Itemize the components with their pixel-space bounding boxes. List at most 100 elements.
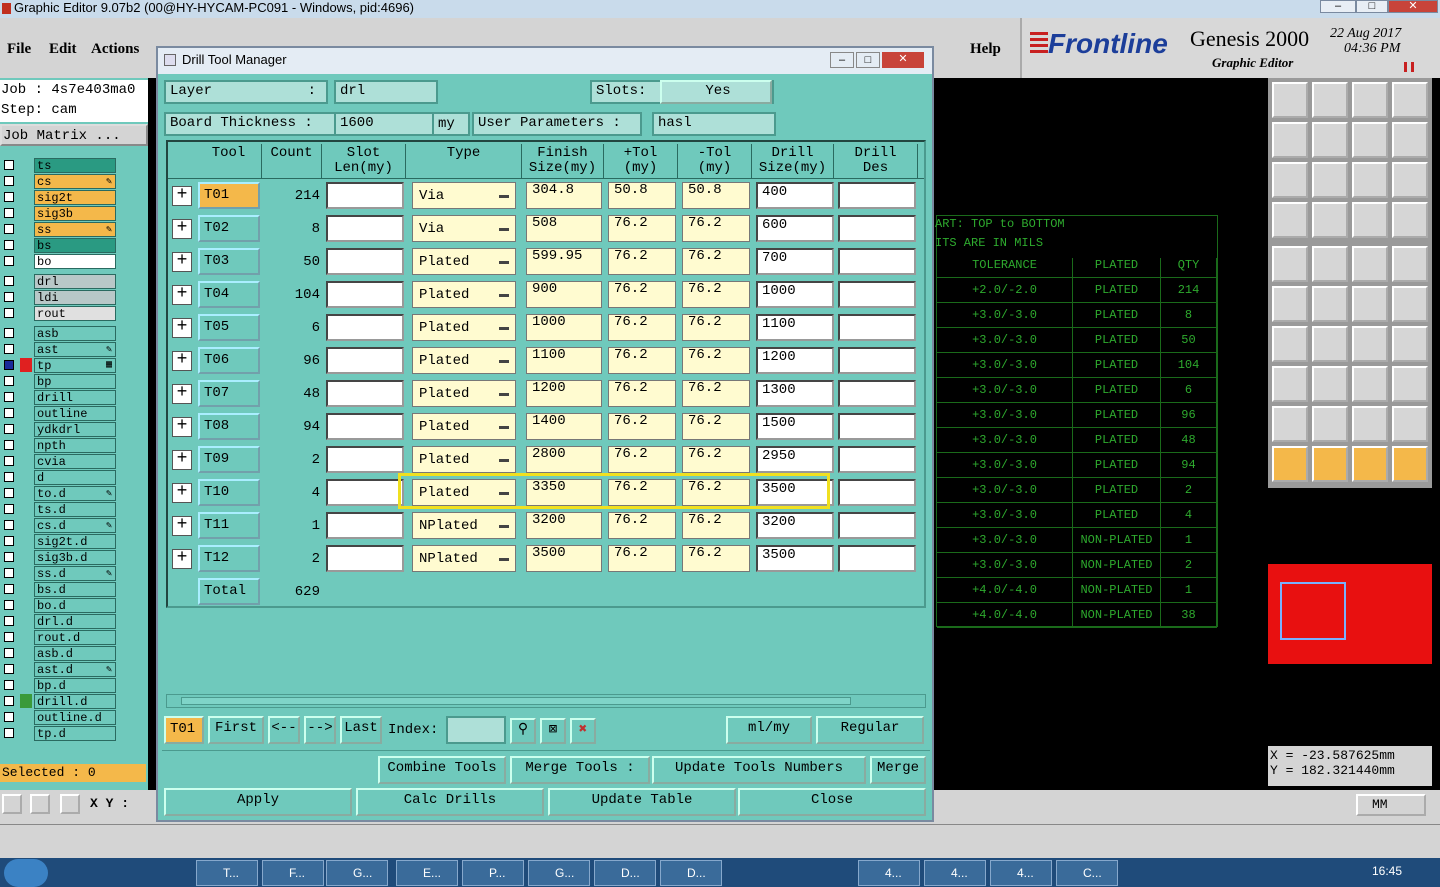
- layer-name[interactable]: ast.d: [34, 662, 116, 677]
- drill-size-input[interactable]: 600: [756, 215, 834, 242]
- layer-row[interactable]: bo.d: [2, 598, 146, 613]
- finish-size-input[interactable]: 900: [526, 281, 602, 308]
- type-select[interactable]: Plated: [412, 446, 516, 473]
- merge-button[interactable]: Merge: [870, 756, 926, 784]
- plus-tol-input[interactable]: 76.2: [608, 248, 676, 275]
- tool-cell[interactable]: T01: [198, 182, 260, 209]
- menu-actions[interactable]: Actions: [91, 41, 139, 58]
- layer-checkbox[interactable]: [4, 472, 14, 482]
- dialog-close-icon[interactable]: ✕: [882, 52, 924, 68]
- drill-size-input[interactable]: 1100: [756, 314, 834, 341]
- layer-row[interactable]: drill.d: [2, 694, 146, 709]
- command-line[interactable]: [0, 824, 1440, 858]
- taskbar-item[interactable]: 4...: [924, 860, 986, 886]
- plus-tol-input[interactable]: 76.2: [608, 413, 676, 440]
- layer-row[interactable]: ldi: [2, 290, 146, 305]
- minus-tol-input[interactable]: 50.8: [682, 182, 750, 209]
- grid-icon[interactable]: [1312, 202, 1348, 238]
- drill-size-input[interactable]: 3200: [756, 512, 834, 539]
- index-input[interactable]: [446, 716, 506, 744]
- measure-icon[interactable]: [1352, 366, 1388, 402]
- layer-checkbox[interactable]: [4, 408, 14, 418]
- layer-name[interactable]: ydkdrl: [34, 422, 116, 437]
- layer-row[interactable]: drill: [2, 390, 146, 405]
- type-select[interactable]: Plated: [412, 281, 516, 308]
- tool-cell[interactable]: T08: [198, 413, 260, 440]
- layer-checkbox[interactable]: [4, 176, 14, 186]
- move-icon[interactable]: [1352, 286, 1388, 322]
- close-window-button[interactable]: ✕: [1388, 0, 1438, 13]
- slot-len-input[interactable]: [326, 215, 404, 242]
- drill-des-input[interactable]: [838, 380, 916, 407]
- minus-tol-input[interactable]: 76.2: [682, 347, 750, 374]
- minus-tol-input[interactable]: 76.2: [682, 248, 750, 275]
- triangle-b-icon[interactable]: [1312, 406, 1348, 442]
- minus-tol-input[interactable]: 76.2: [682, 380, 750, 407]
- layer-name[interactable]: bp.d: [34, 678, 116, 693]
- line-icon[interactable]: [1312, 326, 1348, 362]
- layer-row[interactable]: ss.d ✎: [2, 566, 146, 581]
- triangle-a-icon[interactable]: [1272, 406, 1308, 442]
- minus-tol-input[interactable]: 76.2: [682, 413, 750, 440]
- layer-checkbox[interactable]: [4, 292, 14, 302]
- drill-des-input[interactable]: [838, 545, 916, 572]
- layer-name[interactable]: asb: [34, 326, 116, 341]
- layer-name[interactable]: bs: [34, 238, 116, 253]
- expand-row-button[interactable]: +: [172, 384, 192, 404]
- layer-checkbox[interactable]: [4, 440, 14, 450]
- layer-row[interactable]: outline.d: [2, 710, 146, 725]
- drill-des-input[interactable]: [838, 446, 916, 473]
- layer-row[interactable]: bs: [2, 238, 146, 253]
- layer-row[interactable]: outline: [2, 406, 146, 421]
- layer-row[interactable]: sig3b.d: [2, 550, 146, 565]
- calc-drills-button[interactable]: Calc Drills: [356, 788, 544, 816]
- slot-len-input[interactable]: [326, 314, 404, 341]
- minus-tol-input[interactable]: 76.2: [682, 512, 750, 539]
- layer-row[interactable]: ast ✎: [2, 342, 146, 357]
- layer-checkbox[interactable]: [4, 256, 14, 266]
- layer-checkbox[interactable]: [4, 344, 14, 354]
- maximize-button[interactable]: □: [1356, 0, 1388, 13]
- plus-tol-input[interactable]: 76.2: [608, 512, 676, 539]
- finish-size-input[interactable]: 1200: [526, 380, 602, 407]
- expand-row-button[interactable]: +: [172, 351, 192, 371]
- layer-name[interactable]: tp.d: [34, 726, 116, 741]
- slot-len-input[interactable]: [326, 380, 404, 407]
- step-icon[interactable]: [1392, 122, 1428, 158]
- type-select[interactable]: Via: [412, 182, 516, 209]
- type-select[interactable]: Plated: [412, 380, 516, 407]
- update-table-button[interactable]: Update Table: [548, 788, 736, 816]
- route-icon[interactable]: [1392, 446, 1428, 482]
- config-icon[interactable]: [1352, 202, 1388, 238]
- job-matrix-button[interactable]: Job Matrix ...: [0, 124, 148, 146]
- drill-size-input[interactable]: 3500: [756, 545, 834, 572]
- triangle-d-icon[interactable]: [1392, 406, 1428, 442]
- plus-tol-input[interactable]: 76.2: [608, 446, 676, 473]
- layer-row[interactable]: bp.d: [2, 678, 146, 693]
- layer-name[interactable]: ss.d: [34, 566, 116, 581]
- layer-name[interactable]: outline.d: [34, 710, 116, 725]
- layer-checkbox[interactable]: [4, 664, 14, 674]
- dialog-maximize-button[interactable]: □: [856, 52, 880, 68]
- plus-tol-input[interactable]: 76.2: [608, 215, 676, 242]
- layer-row[interactable]: ts.d: [2, 502, 146, 517]
- layer-checkbox[interactable]: [4, 240, 14, 250]
- layer-name[interactable]: drl: [34, 274, 116, 289]
- layer-row[interactable]: bp: [2, 374, 146, 389]
- plus-tol-input[interactable]: 76.2: [608, 380, 676, 407]
- fit-icon[interactable]: [1272, 162, 1308, 198]
- angle-icon[interactable]: [1272, 326, 1308, 362]
- zoom-tool-icon[interactable]: [2, 794, 22, 814]
- layer-checkbox[interactable]: [4, 424, 14, 434]
- expand-row-button[interactable]: +: [172, 483, 192, 503]
- triangle-c-icon[interactable]: [1352, 406, 1388, 442]
- slot-len-input[interactable]: [326, 281, 404, 308]
- mirror-icon[interactable]: [1352, 122, 1388, 158]
- type-select[interactable]: NPlated: [412, 512, 516, 539]
- taskbar-item[interactable]: G...: [326, 860, 388, 886]
- layer-row[interactable]: drl.d: [2, 614, 146, 629]
- layer-up-icon[interactable]: [1272, 82, 1308, 118]
- layer-name[interactable]: rout.d: [34, 630, 116, 645]
- layer-checkbox[interactable]: [4, 632, 14, 642]
- pointer-b-icon[interactable]: [1312, 446, 1348, 482]
